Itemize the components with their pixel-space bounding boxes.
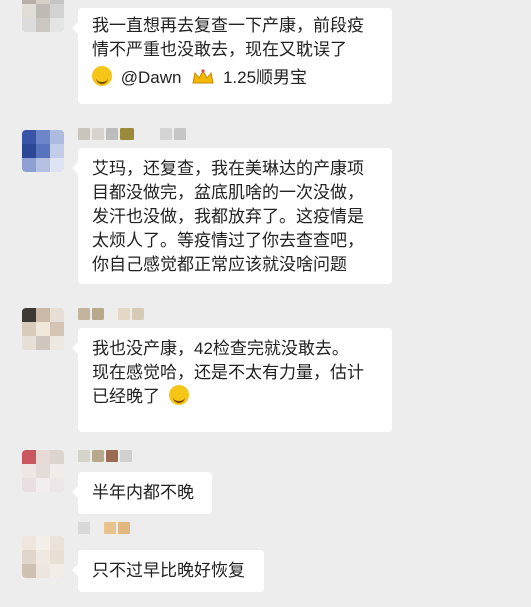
message-bubble[interactable]: 我也没产康，42检查完就没敢去。 现在感觉哈，还是不太有力量，估计 已经晚了 xyxy=(72,328,392,432)
crown-icon xyxy=(192,69,214,84)
avatar[interactable] xyxy=(22,130,64,172)
message-bubble[interactable]: 我一直想再去复查一下产康，前段疫 情不严重也没敢去，现在又耽误了 @Dawn 1… xyxy=(72,8,392,104)
avatar[interactable] xyxy=(22,536,64,578)
message-bubble[interactable]: 只不过早比晚好恢复 xyxy=(72,550,264,592)
avatar[interactable] xyxy=(22,450,64,492)
message-text-line: 半年内都不晚 xyxy=(92,483,194,502)
avatar[interactable] xyxy=(22,0,64,32)
chat-thread: 我一直想再去复查一下产康，前段疫 情不严重也没敢去，现在又耽误了 @Dawn 1… xyxy=(0,0,531,607)
message-text-line: 发汗也没做，我都放弃了。这疫情是 xyxy=(92,207,364,226)
avatar[interactable] xyxy=(22,308,64,350)
sender-name-redacted xyxy=(78,522,130,534)
sender-name-redacted xyxy=(78,128,186,140)
sender-name-redacted xyxy=(78,308,144,320)
message-bubble[interactable]: 艾玛，还复查，我在美琳达的产康项 目都没做完，盆底肌啥的一次没做， 发汗也没做，… xyxy=(72,148,392,284)
laughing-crying-emoji xyxy=(168,385,189,405)
reply-reference[interactable]: @Dawn 1.25顺男宝 xyxy=(92,66,380,90)
message-text-line: 艾玛，还复查，我在美琳达的产康项 xyxy=(92,159,364,178)
message-text-fragment: 已经晚了 xyxy=(92,387,160,406)
message-text-line-with-emoji: 已经晚了 xyxy=(92,385,380,409)
message-bubble[interactable]: 半年内都不晚 xyxy=(72,472,212,514)
message-text-line: 现在感觉哈，还是不太有力量，估计 xyxy=(92,363,364,382)
mention-target: 1.25顺男宝 xyxy=(222,68,308,87)
message-text-line: 我一直想再去复查一下产康，前段疫 xyxy=(92,16,364,35)
message-text-line: 我也没产康，42检查完就没敢去。 xyxy=(92,339,349,358)
message-text-line: 情不严重也没敢去，现在又耽误了 xyxy=(92,40,347,59)
sender-name-redacted xyxy=(78,450,132,462)
mention-user[interactable]: @Dawn xyxy=(121,68,182,87)
message-text-line: 你自己感觉都正常应该就没啥问题 xyxy=(92,255,347,274)
message-text-line: 目都没做完，盆底肌啥的一次没做， xyxy=(92,183,364,202)
message-text-line: 太烦人了。等疫情过了你去查查吧， xyxy=(92,231,364,250)
message-text-line: 只不过早比晚好恢复 xyxy=(92,561,245,580)
laughing-crying-emoji xyxy=(92,66,112,86)
